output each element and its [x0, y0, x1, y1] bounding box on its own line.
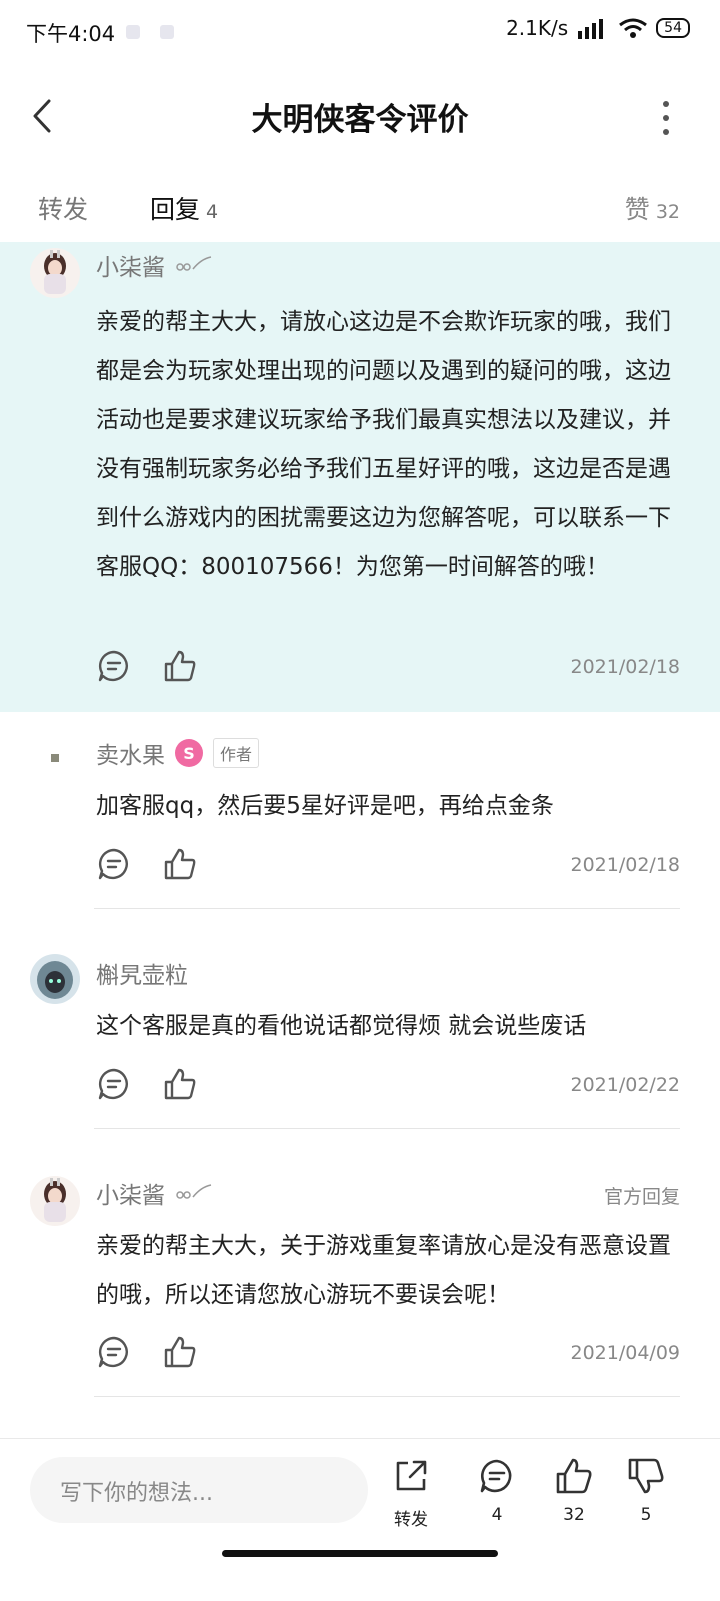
comment-date: 2021/04/09 — [570, 1342, 680, 1364]
comment-input[interactable]: 写下你的想法... — [30, 1457, 368, 1523]
page-title: 大明侠客令评价 — [251, 102, 469, 138]
divider — [94, 1396, 680, 1397]
signal-icon — [578, 19, 604, 39]
reply-button[interactable] — [96, 1066, 132, 1102]
comment-icon — [98, 1336, 128, 1368]
tab-likes-label: 赞 — [624, 195, 650, 224]
author-tag: 作者 — [213, 738, 260, 768]
thumbs-down-icon — [628, 1458, 664, 1494]
commenter-name-text: 小柒酱 — [96, 1183, 165, 1209]
notification-icon — [160, 25, 174, 39]
header: 大明侠客令评价 — [0, 66, 720, 166]
avatar-image — [30, 248, 80, 298]
comment-item: 槲旯壶粒 这个客服是真的看他说话都觉得烦 就会说些废话 2021/02/22 — [0, 910, 720, 1130]
thumbs-up-icon — [164, 1068, 196, 1100]
reply-button[interactable] — [96, 1334, 132, 1370]
forward-button[interactable]: 转发 — [375, 1457, 447, 1537]
notification-icon — [126, 25, 140, 39]
avatar[interactable] — [32, 734, 78, 780]
thumbs-up-icon — [164, 1336, 196, 1368]
more-menu-button[interactable] — [656, 96, 676, 140]
comment-item: 小柒酱 亲爱的帮主大大，请放心这边是不会欺诈玩家的哦，我们都是会为玩家处理出现的… — [0, 242, 720, 712]
avatar[interactable] — [30, 954, 80, 1004]
commenter-name-text: 槲旯壶粒 — [96, 963, 188, 989]
comment-date: 2021/02/18 — [570, 656, 680, 678]
comment-item: 卖水果 S 作者 加客服qq，然后要5星好评是吧，再给点金条 2021/02/1… — [0, 712, 720, 910]
decoration-icon — [176, 256, 212, 271]
comment-item: 小柒酱 官方回复 亲爱的帮主大大，关于游戏重复率请放心是没有恶意设置的哦，所以还… — [0, 1130, 720, 1398]
like-button[interactable] — [162, 1334, 198, 1370]
tab-replies[interactable]: 回复 4 — [150, 190, 218, 226]
comment-date: 2021/02/22 — [570, 1074, 680, 1096]
tab-bar: 转发 回复 4 赞 32 — [0, 176, 720, 248]
comment-body: 亲爱的帮主大大，关于游戏重复率请放心是没有恶意设置的哦，所以还请您放心游玩不要误… — [96, 1233, 671, 1308]
thumbs-up-icon — [556, 1458, 592, 1494]
comment-icon — [480, 1459, 512, 1493]
reply-button[interactable] — [96, 846, 132, 882]
bottom-action-bar: 写下你的想法... 转发 4 32 5 — [0, 1438, 720, 1601]
comment-icon — [98, 650, 128, 682]
wifi-icon — [619, 18, 648, 38]
battery-indicator: 54 — [656, 18, 690, 38]
comment-icon — [98, 1068, 128, 1100]
comment-input-placeholder: 写下你的想法... — [60, 1481, 213, 1506]
comment-body: 亲爱的帮主大大，请放心这边是不会欺诈玩家的哦，我们都是会为玩家处理出现的问题以及… — [96, 309, 671, 580]
commenter-name-text: 小柒酱 — [96, 255, 165, 281]
decoration-icon — [176, 1184, 212, 1199]
commenter-name[interactable]: 小柒酱 — [96, 248, 213, 282]
level-badge-icon: S — [175, 739, 203, 767]
dislike-count-button[interactable]: 5 — [610, 1457, 682, 1537]
more-dot-icon — [663, 115, 669, 121]
thumbs-up-icon — [164, 848, 196, 880]
comment-date: 2021/02/18 — [570, 854, 680, 876]
status-bar: 下午4:04 2.1K/s 54 — [0, 0, 720, 66]
avatar[interactable] — [30, 248, 80, 298]
network-speed: 2.1K/s — [506, 16, 569, 40]
tab-replies-count: 4 — [206, 201, 219, 223]
reply-button[interactable] — [96, 648, 132, 684]
like-button[interactable] — [162, 1066, 198, 1102]
tab-likes[interactable]: 赞 32 — [625, 190, 680, 226]
dislike-count: 5 — [640, 1505, 652, 1525]
comment-count: 4 — [491, 1505, 503, 1525]
comment-body: 这个客服是真的看他说话都觉得烦 就会说些废话 — [96, 1013, 587, 1039]
like-count: 32 — [563, 1505, 585, 1525]
divider — [94, 908, 680, 909]
tab-forward-label: 转发 — [38, 195, 89, 224]
comment-count-button[interactable]: 4 — [461, 1457, 533, 1537]
commenter-name-text: 卖水果 — [96, 743, 165, 769]
like-count-button[interactable]: 32 — [538, 1457, 610, 1537]
like-button[interactable] — [162, 648, 198, 684]
tab-forward[interactable]: 转发 — [38, 190, 88, 226]
comment-icon — [98, 848, 128, 880]
divider — [94, 1128, 680, 1129]
comment-body: 加客服qq，然后要5星好评是吧，再给点金条 — [96, 793, 554, 819]
official-reply-label: 官方回复 — [603, 1186, 680, 1208]
status-time: 下午4:04 — [26, 22, 116, 46]
commenter-name[interactable]: 槲旯壶粒 — [96, 956, 188, 990]
more-dot-icon — [663, 101, 669, 107]
thumbs-up-icon — [164, 650, 196, 682]
like-button[interactable] — [162, 846, 198, 882]
commenter-name[interactable]: 卖水果 S 作者 — [96, 736, 260, 770]
avatar-image — [30, 954, 80, 1004]
more-dot-icon — [663, 129, 669, 135]
share-icon — [396, 1460, 427, 1491]
tab-replies-label: 回复 — [150, 195, 201, 224]
home-indicator[interactable] — [222, 1550, 498, 1557]
forward-label: 转发 — [394, 1510, 428, 1530]
commenter-name[interactable]: 小柒酱 — [96, 1176, 213, 1210]
avatar-image — [30, 1176, 80, 1226]
avatar[interactable] — [30, 1176, 80, 1226]
avatar-image — [32, 734, 78, 780]
tab-likes-count: 32 — [655, 201, 680, 223]
